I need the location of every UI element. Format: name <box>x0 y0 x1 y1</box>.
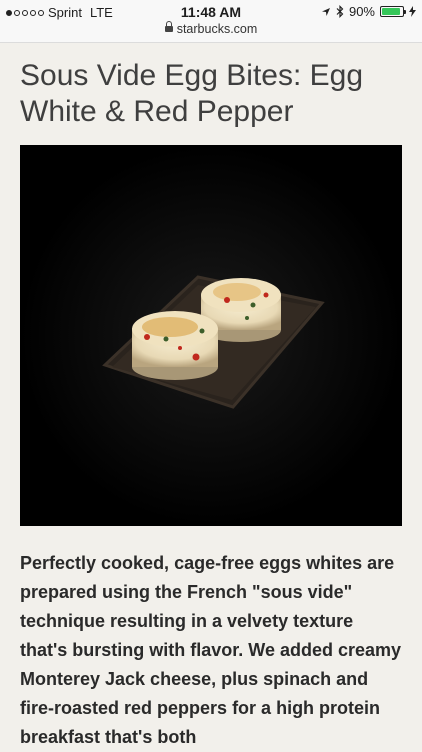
product-description: Perfectly cooked, cage-free eggs whites … <box>20 553 402 747</box>
status-icons: 90% <box>321 4 416 19</box>
product-title: Sous Vide Egg Bites: Egg White & Red Pep… <box>20 59 364 128</box>
lock-icon <box>164 21 173 32</box>
battery-percent: 90% <box>348 4 375 19</box>
url-text: starbucks.com <box>176 22 258 36</box>
product-image <box>20 145 402 526</box>
address-bar[interactable]: starbucks.com <box>0 21 422 36</box>
battery-icon <box>380 6 406 17</box>
egg-bites-photo <box>20 145 402 526</box>
bluetooth-icon <box>336 5 344 18</box>
status-bar: Sprint LTE 11:48 AM 90% starbucks.com <box>0 0 422 43</box>
location-arrow-icon <box>321 7 330 16</box>
charging-bolt-icon <box>409 6 416 17</box>
